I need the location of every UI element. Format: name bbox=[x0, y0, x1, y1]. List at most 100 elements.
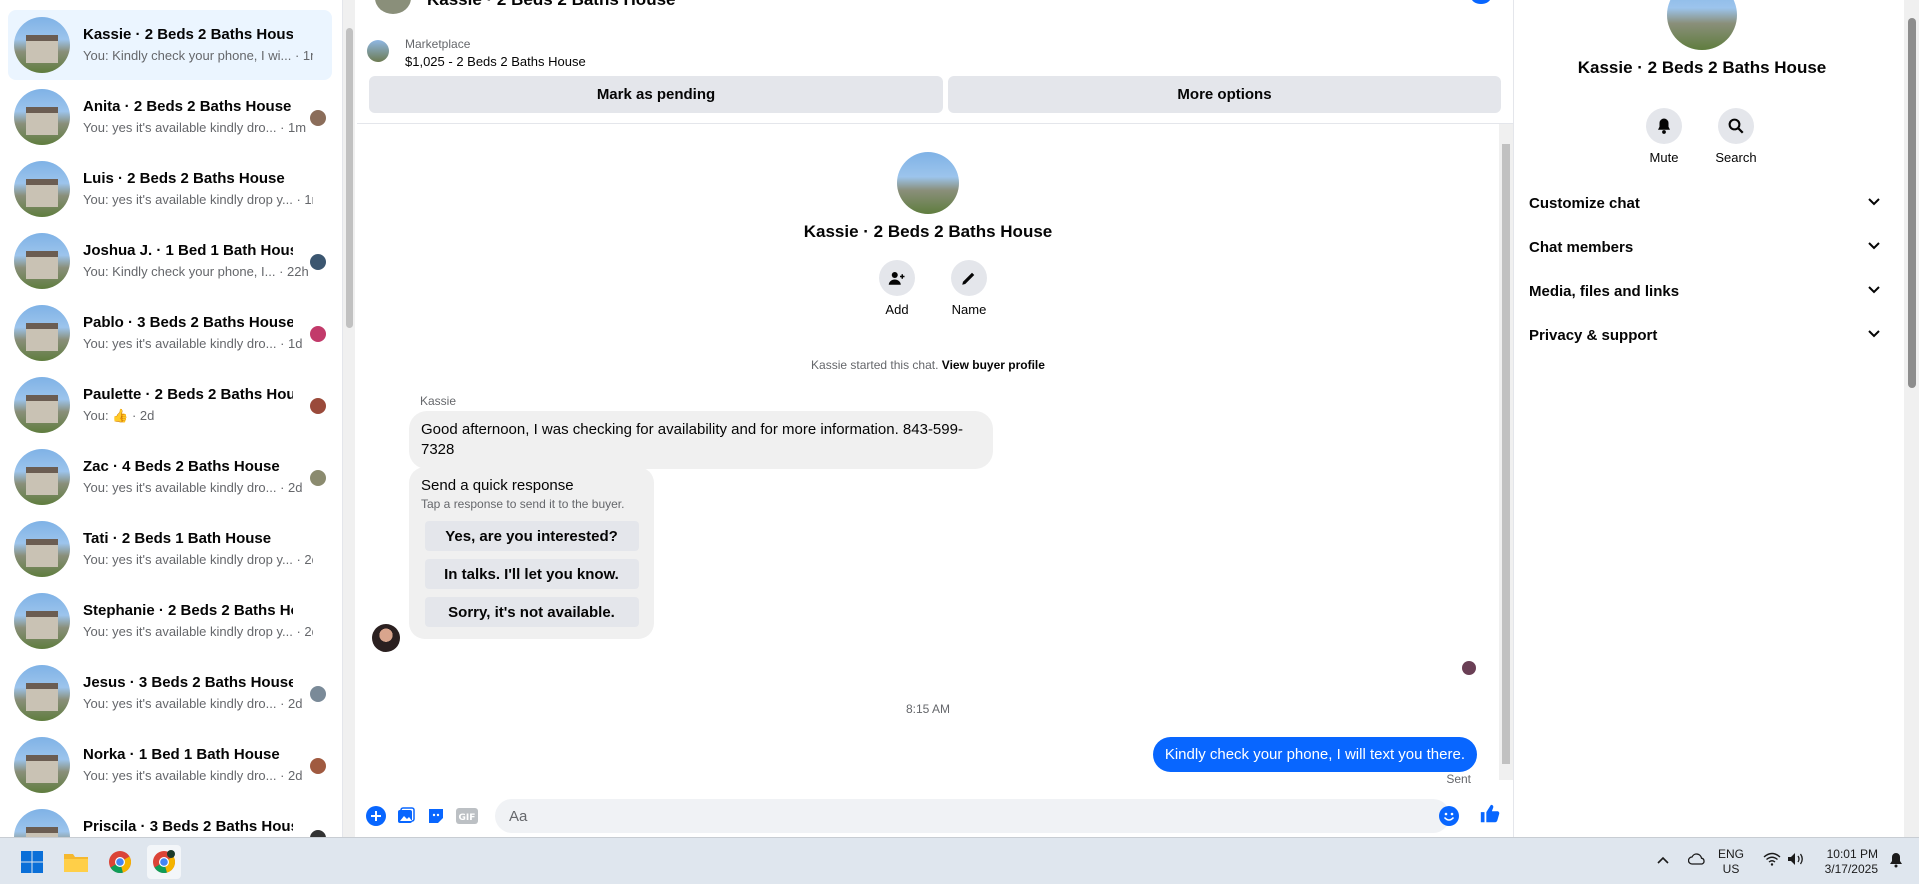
conversation-item[interactable]: Stephanie · 2 Beds 2 Baths House You: ye… bbox=[8, 586, 332, 656]
outgoing-message[interactable]: Kindly check your phone, I will text you… bbox=[1152, 737, 1477, 772]
chat-members-section[interactable]: Chat members bbox=[1529, 227, 1881, 267]
chat-header: Kassie · 2 Beds 2 Baths House Marketplac… bbox=[357, 0, 1513, 124]
marketplace-label: Marketplace bbox=[405, 37, 471, 51]
info-icon[interactable] bbox=[1471, 0, 1491, 4]
conversation-item[interactable]: Anita · 2 Beds 2 Baths House You: yes it… bbox=[8, 82, 332, 152]
listing-price-title[interactable]: $1,025 - 2 Beds 2 Baths House bbox=[405, 54, 586, 69]
section-label: Media, files and links bbox=[1529, 282, 1680, 300]
seen-avatar bbox=[310, 686, 326, 702]
conversation-name: Kassie · 2 Beds 2 Baths House bbox=[83, 26, 293, 43]
conversation-item[interactable]: Pablo · 3 Beds 2 Baths House You: yes it… bbox=[8, 298, 332, 368]
name-label: Name bbox=[951, 302, 987, 317]
section-label: Privacy & support bbox=[1529, 326, 1658, 344]
conversation-preview: You: yes it's available kindly drop y...… bbox=[83, 192, 313, 207]
chat-started-text: Kassie started this chat. bbox=[811, 358, 939, 372]
privacy-support-section[interactable]: Privacy & support bbox=[1529, 315, 1881, 355]
conversation-list-scrollbar[interactable] bbox=[343, 0, 355, 837]
windows-start-icon[interactable] bbox=[15, 845, 49, 879]
conversation-item[interactable]: Norka · 1 Bed 1 Bath House You: yes it's… bbox=[8, 730, 332, 800]
chat-info-panel: Kassie · 2 Beds 2 Baths House Mute Searc… bbox=[1513, 0, 1904, 837]
thumbs-up-icon[interactable] bbox=[1479, 803, 1501, 825]
bell-icon bbox=[1646, 108, 1682, 144]
conversation-item[interactable]: Zac · 4 Beds 2 Baths House You: yes it's… bbox=[8, 442, 332, 512]
quick-response-card: Send a quick response Tap a response to … bbox=[409, 467, 654, 639]
conversation-name: Tati · 2 Beds 1 Bath House bbox=[83, 530, 272, 547]
quick-response-option[interactable]: Sorry, it's not available. bbox=[424, 597, 639, 627]
conversation-name: Priscila · 3 Beds 2 Baths House bbox=[83, 818, 293, 835]
conversation-preview: You: Kindly check your phone, I... · 22h bbox=[83, 264, 309, 279]
sender-avatar[interactable] bbox=[372, 624, 400, 652]
onedrive-icon[interactable] bbox=[1687, 852, 1706, 868]
chat-avatar bbox=[1667, 0, 1737, 50]
listing-thumbnail bbox=[14, 809, 70, 837]
sticker-icon[interactable] bbox=[425, 805, 447, 827]
conversation-item[interactable]: Priscila · 3 Beds 2 Baths House bbox=[8, 802, 332, 837]
conversation-name: Pablo · 3 Beds 2 Baths House bbox=[83, 314, 293, 331]
listing-thumbnail bbox=[14, 161, 70, 217]
conversation-item[interactable]: Kassie · 2 Beds 2 Baths House You: Kindl… bbox=[8, 10, 332, 80]
search-label: Search bbox=[1715, 150, 1757, 165]
conversation-item[interactable]: Tati · 2 Beds 1 Bath House You: yes it's… bbox=[8, 514, 332, 584]
quick-response-option[interactable]: Yes, are you interested? bbox=[424, 521, 639, 551]
conversation-name: Norka · 1 Bed 1 Bath House bbox=[83, 746, 280, 763]
conversation-name: Anita · 2 Beds 2 Baths House bbox=[83, 98, 292, 115]
mute-label: Mute bbox=[1649, 150, 1679, 165]
name-chat-button[interactable]: Name bbox=[934, 260, 1004, 317]
listing-thumbnail bbox=[14, 305, 70, 361]
chrome-profile-icon[interactable] bbox=[147, 845, 181, 879]
customize-chat-section[interactable]: Customize chat bbox=[1529, 183, 1881, 223]
conversation-item[interactable]: Joshua J. · 1 Bed 1 Bath House You: Kind… bbox=[8, 226, 332, 296]
mark-as-pending-button[interactable]: Mark as pending bbox=[369, 76, 943, 113]
media-files-links-section[interactable]: Media, files and links bbox=[1529, 271, 1881, 311]
add-people-button[interactable]: Add bbox=[862, 260, 932, 317]
chrome-icon[interactable] bbox=[103, 845, 137, 879]
listing-thumbnail[interactable] bbox=[367, 40, 389, 62]
conversation-item[interactable]: Luis · 2 Beds 2 Baths House You: yes it'… bbox=[8, 154, 332, 224]
chevron-up-icon[interactable] bbox=[1656, 852, 1670, 868]
notification-bell-icon[interactable] bbox=[1888, 852, 1904, 871]
conversation-preview: You: Kindly check your phone, I wi... · … bbox=[83, 48, 313, 63]
conversation-item[interactable]: Paulette · 2 Beds 2 Baths House You: 👍 ·… bbox=[8, 370, 332, 440]
chat-header-avatar[interactable] bbox=[375, 0, 411, 14]
plus-icon[interactable] bbox=[365, 805, 387, 827]
conversation-preview: You: yes it's available kindly dro... · … bbox=[83, 768, 303, 783]
listing-thumbnail bbox=[14, 593, 70, 649]
conversation-preview: You: yes it's available kindly dro... · … bbox=[83, 336, 303, 351]
language-indicator[interactable]: ENG US bbox=[1718, 847, 1744, 877]
photo-icon[interactable] bbox=[395, 805, 417, 827]
listing-thumbnail bbox=[14, 521, 70, 577]
chat-avatar bbox=[897, 152, 959, 214]
incoming-message[interactable]: Good afternoon, I was checking for avail… bbox=[409, 411, 993, 469]
gif-icon[interactable]: GIF bbox=[456, 805, 478, 827]
conversation-preview: You: yes it's available kindly dro... · … bbox=[83, 480, 303, 495]
volume-icon[interactable] bbox=[1787, 852, 1805, 869]
seen-avatar bbox=[310, 758, 326, 774]
wifi-icon[interactable] bbox=[1763, 852, 1781, 869]
chat-header-title[interactable]: Kassie · 2 Beds 2 Baths House bbox=[427, 0, 675, 10]
mute-button[interactable]: Mute bbox=[1629, 108, 1699, 165]
quick-response-option[interactable]: In talks. I'll let you know. bbox=[424, 559, 639, 589]
section-label: Chat members bbox=[1529, 238, 1634, 256]
thread-scrollbar[interactable] bbox=[1499, 124, 1513, 780]
windows-taskbar: ENG US 10:01 PM 3/17/2025 bbox=[0, 837, 1919, 884]
search-button[interactable]: Search bbox=[1701, 108, 1771, 165]
svg-text:GIF: GIF bbox=[459, 813, 476, 823]
listing-thumbnail bbox=[14, 233, 70, 289]
emoji-icon[interactable] bbox=[1438, 805, 1460, 827]
conversation-name: Stephanie · 2 Beds 2 Baths House bbox=[83, 602, 293, 619]
language-code: ENG bbox=[1718, 847, 1745, 861]
timestamp-separator: 8:15 AM bbox=[905, 702, 951, 716]
view-buyer-profile-link[interactable]: View buyer profile bbox=[942, 358, 1045, 372]
chevron-down-icon bbox=[1867, 238, 1881, 256]
chat-started-notice: Kassie started this chat. View buyer pro… bbox=[357, 358, 1499, 372]
clock-date: 3/17/2025 bbox=[1824, 862, 1878, 876]
file-explorer-icon[interactable] bbox=[59, 845, 93, 879]
message-input[interactable] bbox=[495, 799, 1450, 833]
clock[interactable]: 10:01 PM 3/17/2025 bbox=[1810, 847, 1878, 877]
section-label: Customize chat bbox=[1529, 194, 1640, 212]
conversation-item[interactable]: Jesus · 3 Beds 2 Baths House You: yes it… bbox=[8, 658, 332, 728]
message-composer: GIF bbox=[357, 795, 1513, 837]
add-person-icon bbox=[879, 260, 915, 296]
page-scrollbar[interactable] bbox=[1904, 0, 1919, 837]
more-options-button[interactable]: More options bbox=[948, 76, 1501, 113]
